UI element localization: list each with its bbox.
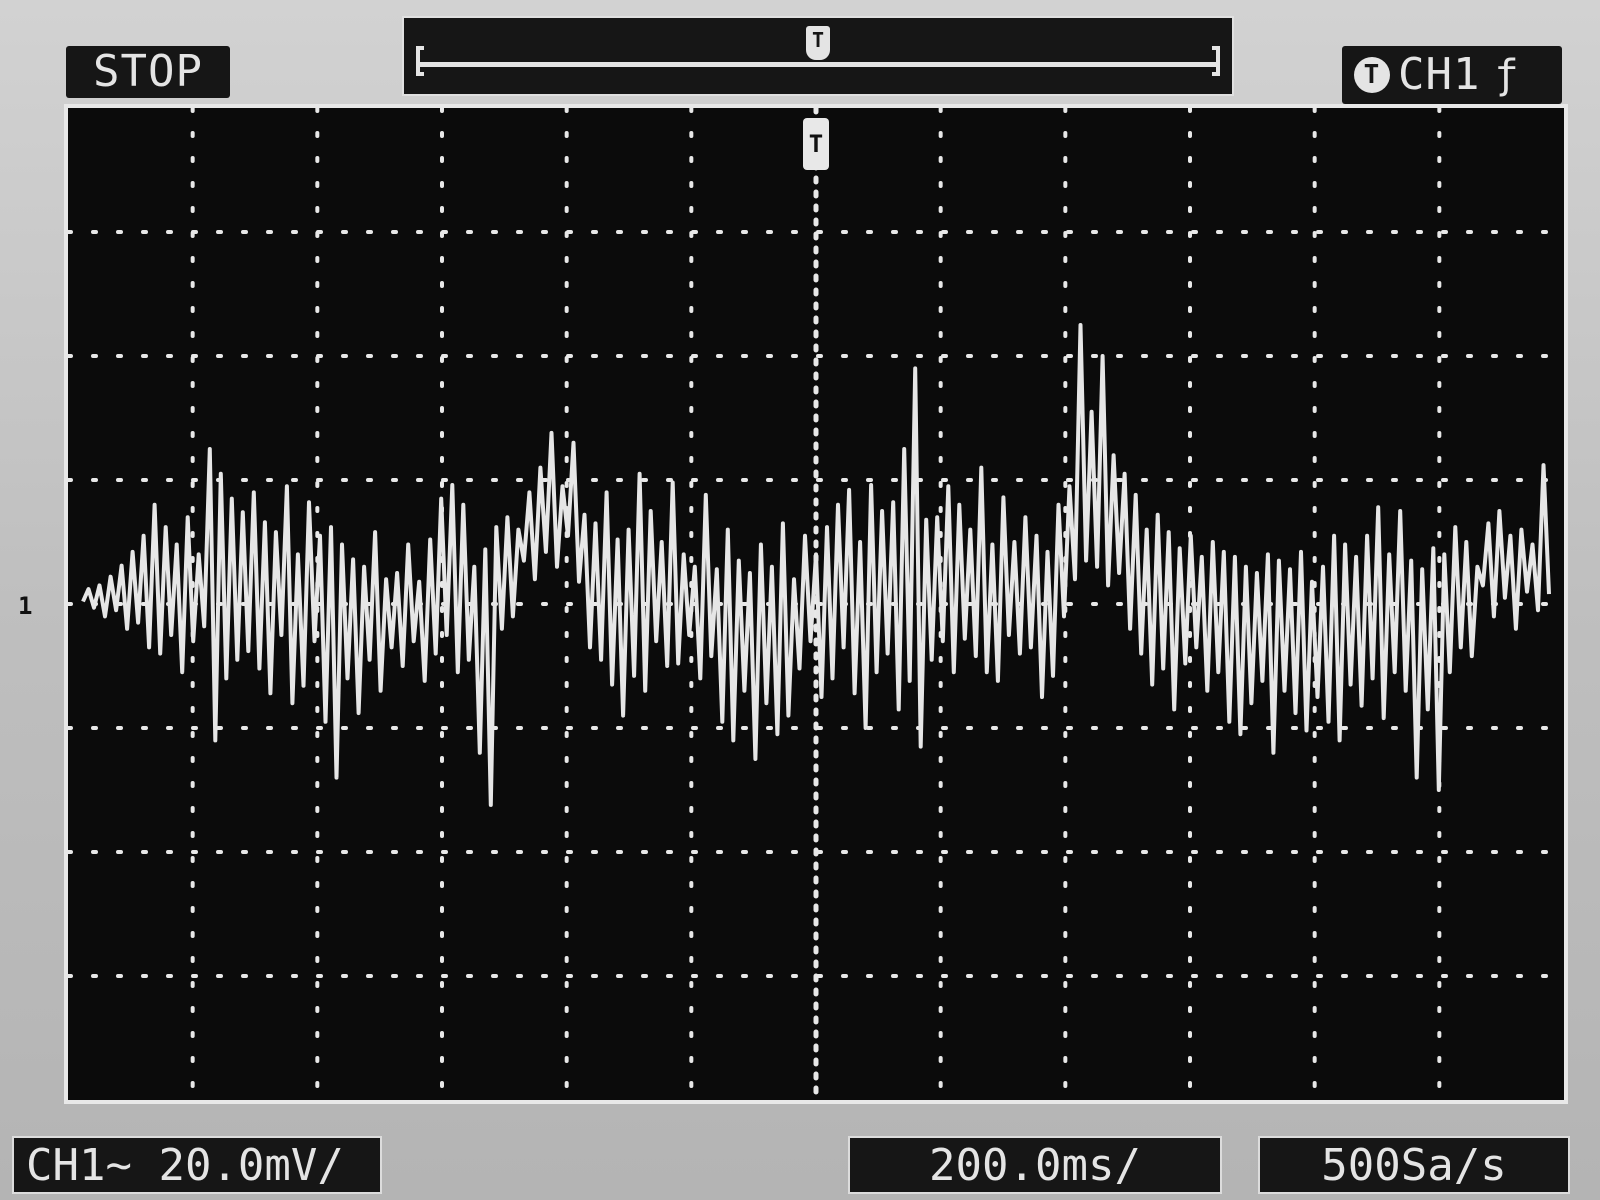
- run-status-label: STOP: [93, 46, 203, 97]
- trigger-t-icon: T: [1354, 57, 1390, 93]
- sample-rate-readout: 500Sa/s: [1258, 1136, 1570, 1194]
- memory-window-line: [418, 62, 1218, 67]
- channel-1-ground-marker: 1: [18, 592, 33, 620]
- waveform-plot: T: [68, 108, 1564, 1100]
- waveform-display: T: [64, 104, 1568, 1104]
- time-base-readout: 200.0ms/: [848, 1136, 1222, 1194]
- trigger-position-icon: T: [806, 26, 830, 60]
- rising-edge-icon: ƒ: [1494, 52, 1520, 98]
- run-status-badge: STOP: [66, 46, 230, 98]
- ch1-waveform-trace: [81, 323, 1551, 807]
- vertical-scale-label: CH1∼ 20.0mV/: [26, 1139, 344, 1191]
- memory-bracket-left: [416, 46, 424, 76]
- memory-position-bar: T: [402, 16, 1234, 96]
- vertical-scale-readout: CH1∼ 20.0mV/: [12, 1136, 382, 1194]
- trigger-source: CH1: [1398, 49, 1481, 100]
- time-base-label: 200.0ms/: [929, 1139, 1141, 1191]
- trigger-time-label: T: [809, 130, 823, 158]
- trigger-status-badge: T CH1 ƒ: [1342, 46, 1562, 104]
- sample-rate-label: 500Sa/s: [1321, 1139, 1507, 1191]
- memory-bracket-right: [1212, 46, 1220, 76]
